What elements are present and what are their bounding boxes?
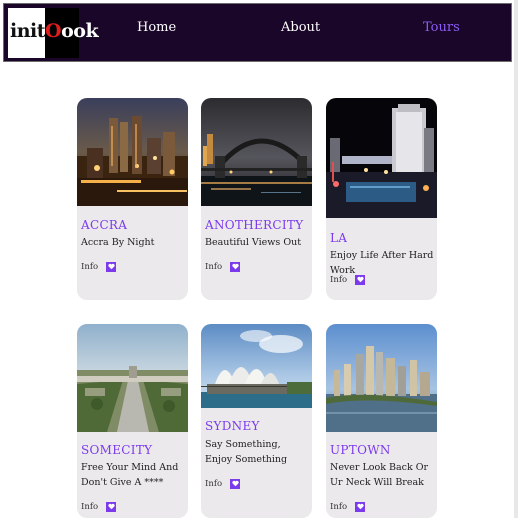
card-image	[77, 98, 188, 206]
card-title: ANOTHERCITY	[205, 218, 304, 232]
card-title: SOMECITY	[81, 443, 153, 457]
heart-icon[interactable]	[355, 274, 366, 285]
card-description: Free Your Mind And Don't Give A ****	[81, 462, 179, 488]
heart-icon[interactable]	[106, 261, 117, 272]
tour-card-la[interactable]: LA Enjoy Life After Hard Work Info	[326, 98, 437, 300]
info-label: Info	[205, 261, 223, 272]
logo-text-part-b: O	[45, 20, 62, 42]
card-description: Accra By Night	[81, 237, 155, 248]
logo-text-part-a: init	[10, 20, 46, 42]
tour-card-anothercity[interactable]: ANOTHERCITY Beautiful Views Out Info	[201, 98, 312, 300]
card-description: Say Something, Enjoy Something	[205, 439, 288, 465]
info-label: Info	[81, 261, 99, 272]
logo-text: initOook	[10, 20, 99, 42]
card-image	[77, 324, 188, 432]
card-image	[326, 324, 437, 432]
nav-link-tours[interactable]: Tours	[423, 20, 460, 35]
heart-icon[interactable]	[355, 501, 366, 512]
nav-link-home[interactable]: Home	[137, 20, 176, 35]
card-info-link[interactable]: Info	[330, 500, 366, 513]
card-description: Never Look Back Or Ur Neck Will Break	[330, 462, 429, 488]
heart-icon[interactable]	[106, 501, 117, 512]
nav-link-about[interactable]: About	[281, 20, 320, 35]
card-title: ACCRA	[81, 218, 128, 232]
card-image	[326, 98, 437, 218]
card-title: SYDNEY	[205, 419, 260, 433]
heart-icon[interactable]	[230, 478, 241, 489]
card-image	[201, 324, 312, 408]
card-description: Beautiful Views Out	[205, 237, 302, 248]
card-info-link[interactable]: Info	[205, 260, 241, 273]
info-label: Info	[81, 501, 99, 512]
page: initOook Home About Tours ACCRA Accra By…	[0, 0, 518, 518]
navbar: initOook Home About Tours	[3, 3, 512, 62]
info-label: Info	[205, 478, 223, 489]
card-info-link[interactable]: Info	[205, 477, 241, 490]
card-info-link[interactable]: Info	[81, 260, 117, 273]
card-info-link[interactable]: Info	[330, 273, 366, 286]
brand-logo[interactable]: initOook	[8, 8, 99, 58]
card-title: UPTOWN	[330, 443, 391, 457]
tour-card-sydney[interactable]: SYDNEY Say Something, Enjoy Something In…	[201, 324, 312, 518]
logo-text-part-c: ook	[61, 20, 99, 42]
tour-card-somecity[interactable]: SOMECITY Free Your Mind And Don't Give A…	[77, 324, 188, 518]
tour-card-accra[interactable]: ACCRA Accra By Night Info	[77, 98, 188, 300]
info-label: Info	[330, 274, 348, 285]
info-label: Info	[330, 501, 348, 512]
card-image	[201, 98, 312, 206]
heart-icon[interactable]	[230, 261, 241, 272]
card-title: LA	[330, 231, 348, 245]
card-info-link[interactable]: Info	[81, 500, 117, 513]
page-scrollbar-edge	[514, 0, 518, 518]
tour-card-uptown[interactable]: UPTOWN Never Look Back Or Ur Neck Will B…	[326, 324, 437, 518]
